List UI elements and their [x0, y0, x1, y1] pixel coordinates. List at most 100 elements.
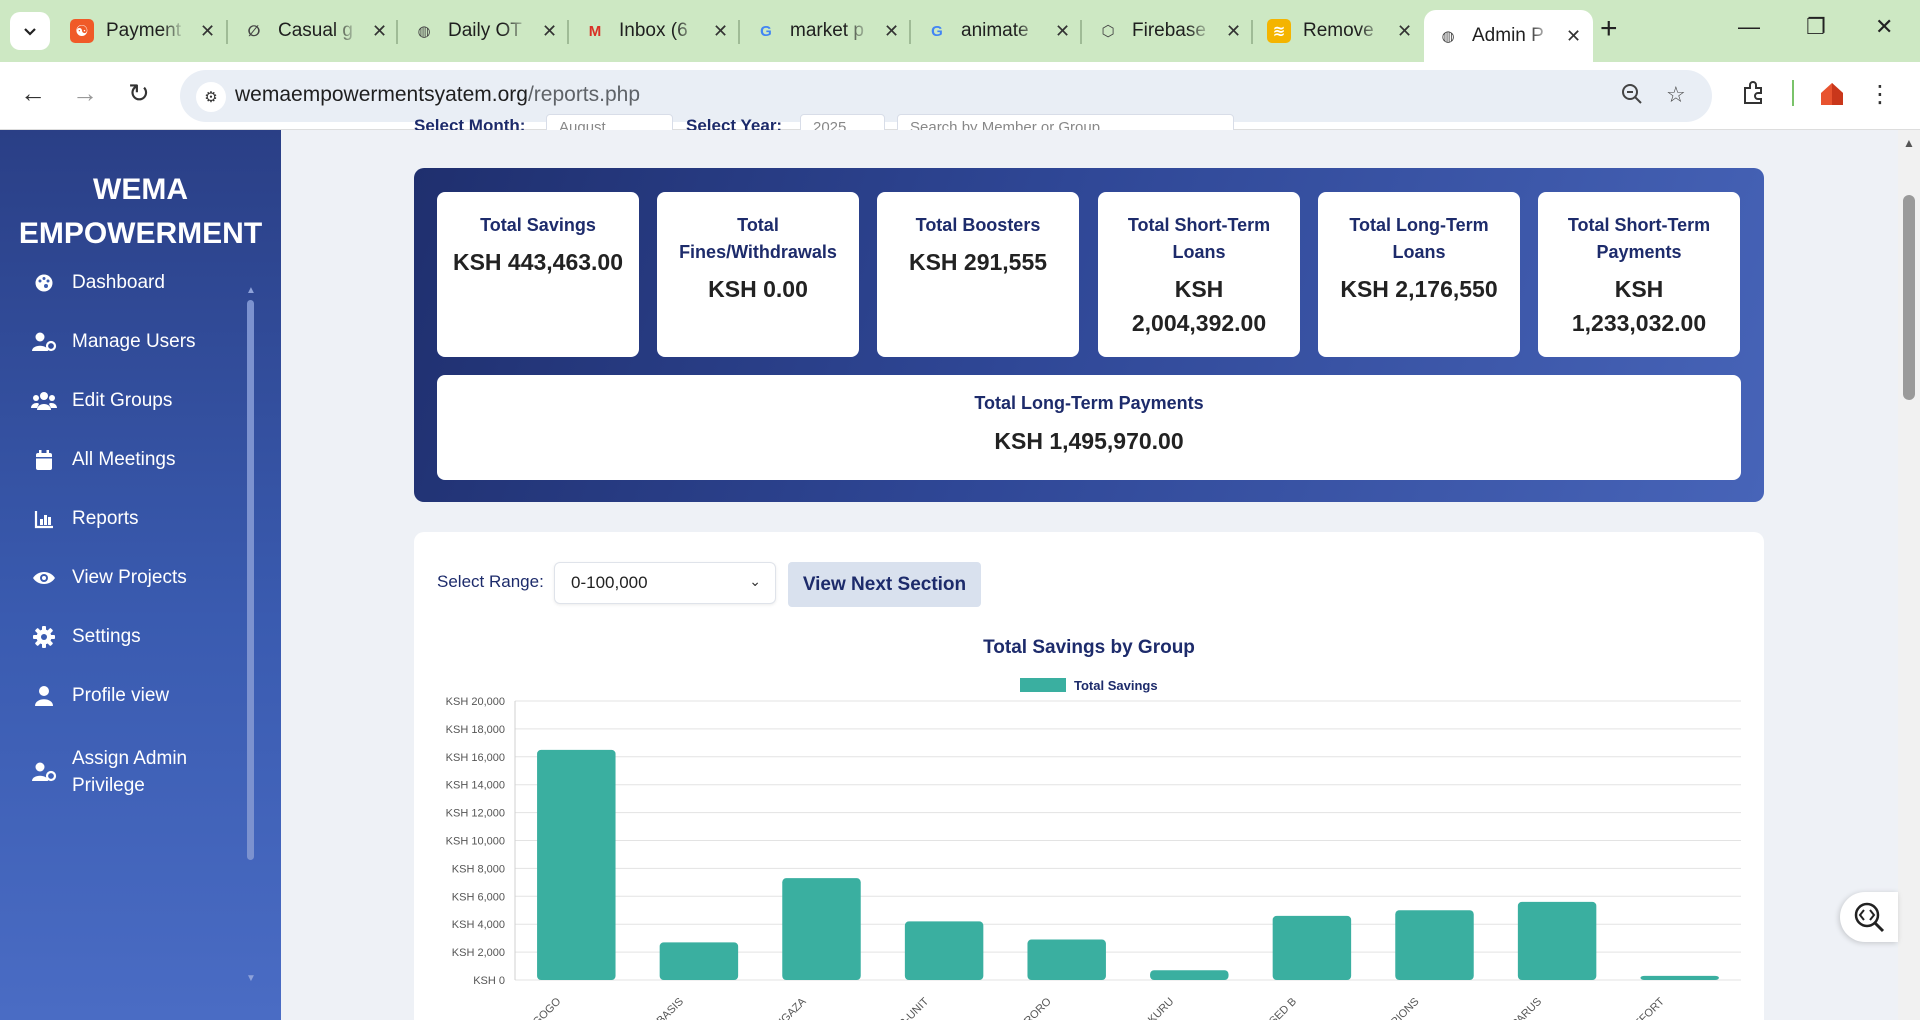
y-tick-label: KSH 16,000: [446, 752, 505, 764]
stat-label: Total Savings: [480, 215, 596, 235]
stat-label: Total Boosters: [915, 215, 1041, 235]
scroll-up-arrow[interactable]: ▲: [1903, 136, 1915, 150]
close-tab-icon[interactable]: ✕: [200, 21, 215, 42]
browser-tab[interactable]: Ganimate ✕: [913, 10, 1082, 52]
x-tick-label: NGAZA: [773, 995, 809, 1020]
close-tab-icon[interactable]: ✕: [372, 21, 387, 42]
zoom-lens-button[interactable]: [1840, 892, 1898, 942]
extension-house-icon[interactable]: [1818, 80, 1846, 115]
browser-tab[interactable]: ◍ Admin P ✕: [1424, 10, 1594, 62]
sidebar-item-profile-view[interactable]: Profile view: [30, 676, 169, 716]
palette-icon: [30, 271, 58, 295]
y-tick-label: KSH 10,000: [446, 836, 505, 848]
tab-title: Admin P: [1472, 25, 1544, 46]
close-tab-icon[interactable]: ✕: [1566, 26, 1581, 47]
gmail-icon: M: [588, 22, 602, 40]
y-tick-label: KSH 2,000: [452, 947, 505, 959]
stat-value: KSH 2,004,392.00: [1131, 276, 1267, 336]
user-cog-icon: [30, 330, 58, 354]
browser-tab[interactable]: M Inbox (6 ✕: [571, 10, 740, 52]
gear-icon: [30, 625, 58, 649]
browser-tab-strip: ☯ Payment ✕ ∅ Casual g ✕ ◍ Daily OT ✕ M Inbox (6 ✕ G…: [0, 0, 1920, 62]
forward-arrow-icon[interactable]: →: [72, 78, 98, 109]
legend-swatch: [1020, 678, 1066, 692]
page-scroll-thumb[interactable]: [1903, 195, 1915, 400]
x-tick-label: ORORO: [1016, 995, 1054, 1020]
zoom-icon[interactable]: [1620, 82, 1644, 112]
sidebar-scrollbar[interactable]: ▲ ▼: [245, 285, 257, 985]
browser-tab[interactable]: ≋ Remove ✕: [1255, 10, 1424, 52]
y-tick-label: KSH 14,000: [446, 780, 505, 792]
close-tab-icon[interactable]: ✕: [884, 21, 899, 42]
close-tab-icon[interactable]: ✕: [713, 21, 728, 42]
sidebar-item-assign-admin-privilege[interactable]: Assign Admin Privilege: [30, 743, 212, 801]
site-settings-icon[interactable]: ⚙: [196, 82, 226, 112]
x-tick-label: MPIONS: [1382, 996, 1421, 1020]
stat-value: KSH 443,463.00: [452, 249, 624, 275]
users-icon: [30, 389, 58, 413]
chart-card: Select Range: 0-100,000 ⌄ View Next Sect…: [414, 532, 1764, 1020]
browser-tab[interactable]: ◍ Daily OT ✕: [400, 10, 569, 52]
y-tick-label: KSH 12,000: [446, 808, 505, 820]
sidebar-item-label: Dashboard: [72, 272, 165, 293]
close-tab-icon[interactable]: ✕: [1226, 21, 1241, 42]
tab-search-button[interactable]: [10, 12, 50, 50]
sidebar-item-view-projects[interactable]: View Projects: [30, 558, 187, 598]
browser-tab[interactable]: ∅ Casual g ✕: [230, 10, 399, 52]
extensions-icon[interactable]: [1740, 80, 1766, 113]
sidebar-item-settings[interactable]: Settings: [30, 617, 141, 657]
close-window-button[interactable]: ✕: [1875, 14, 1893, 40]
sidebar-item-label: Profile view: [72, 685, 170, 706]
page-scrollbar[interactable]: ▲: [1898, 130, 1920, 1020]
menu-kebab-icon[interactable]: ⋮: [1868, 80, 1892, 109]
sidebar-item-label: Edit Groups: [72, 390, 173, 411]
bar: [1640, 975, 1719, 980]
tab-title: animate: [961, 20, 1029, 41]
tab-separator: [226, 20, 228, 44]
tab-title: Inbox (6: [619, 20, 688, 41]
sidebar-scroll-thumb[interactable]: [247, 300, 254, 860]
new-tab-button[interactable]: +: [1600, 12, 1618, 46]
bookmark-star-icon[interactable]: ☆: [1666, 82, 1686, 108]
tab-separator: [396, 20, 398, 44]
stat-value: KSH 1,495,970.00: [994, 428, 1184, 454]
tab-title: Payment: [106, 20, 181, 41]
user-icon: [30, 684, 58, 708]
stat-label: Total Short-Term Payments: [1567, 215, 1711, 262]
sidebar-item-dashboard[interactable]: Dashboard: [30, 263, 165, 303]
stat-value: KSH 291,555: [908, 249, 1048, 275]
close-tab-icon[interactable]: ✕: [1397, 21, 1412, 42]
globe-icon: ◍: [417, 23, 431, 40]
close-tab-icon[interactable]: ✕: [542, 21, 557, 42]
savings-bar-chart: Total Savings by Group Total Savings KSH 2…: [446, 637, 1741, 1020]
restore-button[interactable]: ❐: [1806, 14, 1826, 40]
stats-panel: Total Savings KSH 443,463.00 Total Fines/W…: [414, 168, 1764, 502]
browser-tab[interactable]: ☯ Payment ✕: [58, 10, 227, 52]
minimize-button[interactable]: —: [1738, 14, 1760, 40]
sidebar-item-edit-groups[interactable]: Edit Groups: [30, 381, 172, 421]
sidebar-item-manage-users[interactable]: Manage Users: [30, 322, 196, 362]
bar: [1517, 901, 1597, 980]
bar: [782, 878, 861, 980]
stack-icon: ≋: [1267, 19, 1291, 43]
stat-card-long-term-payments: Total Long-Term Payments KSH 1,495,970.0…: [437, 375, 1741, 480]
browser-tab[interactable]: ⬡ Firebase ✕: [1084, 10, 1253, 52]
reload-icon[interactable]: ↻: [128, 78, 150, 109]
x-tick-label: EPARUS: [1504, 996, 1544, 1020]
stat-label: Total Short-Term Loans: [1127, 215, 1271, 262]
chevron-down-icon: [24, 28, 36, 36]
bar: [1027, 939, 1106, 980]
browser-tab[interactable]: Gmarket p ✕: [742, 10, 911, 52]
sidebar-item-reports[interactable]: Reports: [30, 499, 139, 539]
sidebar-item-label: Manage Users: [72, 331, 196, 352]
tab-separator: [1080, 20, 1082, 44]
back-arrow-icon[interactable]: ←: [20, 78, 46, 109]
tab-separator: [567, 20, 569, 44]
close-tab-icon[interactable]: ✕: [1055, 21, 1070, 42]
x-tick-label: ABASIS: [649, 996, 686, 1020]
scribble-icon: ∅: [247, 23, 261, 40]
sidebar-item-all-meetings[interactable]: All Meetings: [30, 440, 176, 480]
sidebar-item-label: Settings: [72, 626, 141, 647]
x-tick-label: AKURU: [1141, 996, 1177, 1020]
url-text[interactable]: wemaempowermentsyatem.org/reports.php: [235, 83, 640, 107]
